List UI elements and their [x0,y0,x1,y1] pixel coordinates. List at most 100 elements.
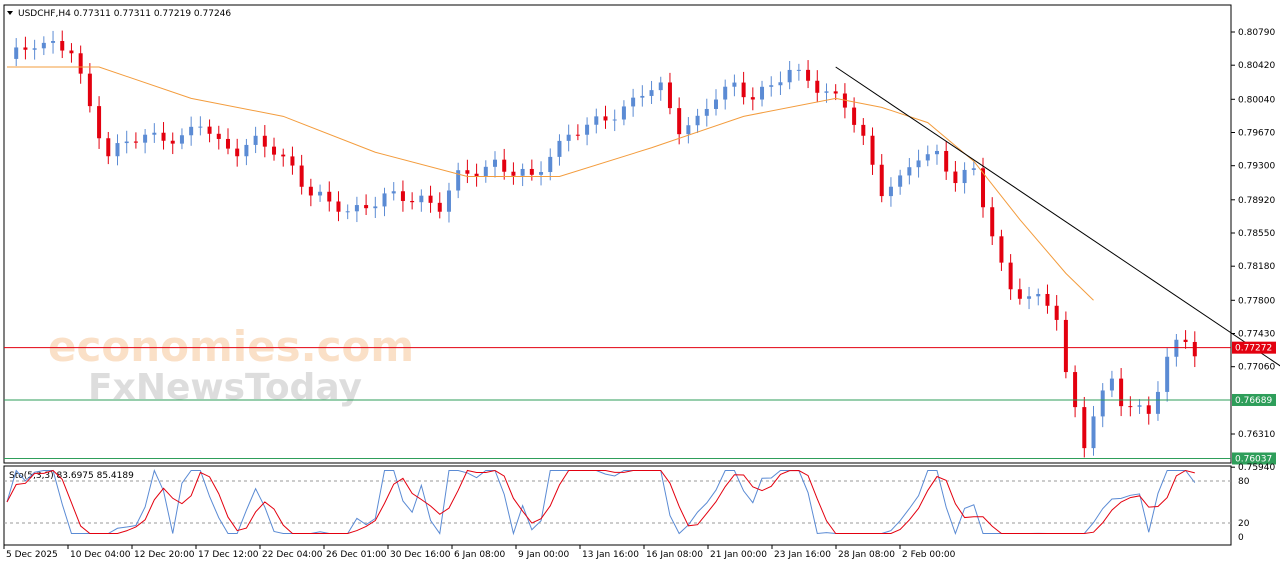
candle-body [566,134,571,141]
candle-body [78,53,83,74]
candle-body [898,175,903,187]
candle-body [695,115,700,126]
candle-body [1054,305,1059,320]
candle-body [962,169,967,184]
candle-body [299,165,304,187]
candle-body [198,126,203,128]
candle-body [511,171,516,176]
candle-body [483,166,488,177]
candle-body [143,134,148,143]
stoch-tick-label: 80 [1238,477,1250,487]
candle-body [115,143,120,157]
x-tick-label: 2 Feb 00:00 [902,550,956,560]
candle-body [189,126,194,136]
candle-body [529,168,534,175]
candle-body [539,172,544,175]
x-tick-label: 21 Jan 00:00 [710,550,767,560]
candle-body [23,47,28,50]
x-tick-label: 6 Jan 08:00 [454,550,506,560]
candle-body [179,135,184,144]
candle-body [354,205,359,212]
y-tick-label: 0.77430 [1238,329,1275,339]
y-tick-label: 0.77060 [1238,363,1275,373]
candle-body [87,73,92,107]
candle-body [649,90,654,96]
candle-body [225,138,230,149]
candle [1063,311,1068,379]
y-tick-label: 0.80040 [1238,95,1275,105]
watermark-brand-2: FxNewsToday [88,367,362,408]
candle-body [97,106,102,139]
x-tick-label: 23 Jan 16:00 [774,550,831,560]
candle-body [1045,293,1050,306]
candle-body [161,132,166,141]
y-tick-label: 0.76310 [1238,430,1275,440]
symbol-info: USDCHF,H4 0.77311 0.77311 0.77219 0.7724… [18,9,231,19]
candle-body [778,82,783,86]
candle-body [253,135,258,145]
candle-body [925,154,930,161]
candle-body [1174,339,1179,357]
candle-body [934,150,939,155]
candle-body [318,191,323,196]
candle-body [824,91,829,93]
candle-body [465,170,470,174]
candle-body [272,146,277,155]
candle-body [1137,405,1142,407]
x-tick-label: 30 Dec 16:00 [390,550,451,560]
candle-body [704,108,709,116]
price-label: 0.77272 [1235,344,1272,354]
candle-body [216,133,221,139]
candle-body [51,41,56,43]
y-tick-label: 0.78180 [1238,262,1275,272]
candle-body [1027,296,1032,299]
candle-body [1165,356,1170,392]
candle-body [281,154,286,157]
candle-body [971,168,976,170]
candle-body [916,160,921,168]
candle-body [124,141,129,144]
candle-body [1008,262,1013,290]
candle-body [861,124,866,136]
candle-body [1183,339,1188,342]
candle-body [437,202,442,212]
candle-body [806,69,811,81]
candle-body [152,132,157,135]
candle-body [815,80,820,93]
candle-body [1128,406,1133,408]
watermark-brand-1: economies.com [48,322,414,371]
x-tick-label: 12 Dec 20:00 [134,550,195,560]
candle-body [14,47,19,59]
candle-body [41,42,46,49]
x-tick-label: 16 Jan 08:00 [646,550,703,560]
candle-body [548,156,553,173]
candle-body [796,69,801,71]
candle-body [888,186,893,197]
x-tick-label: 26 Dec 01:00 [326,550,387,560]
candle-body [621,106,626,120]
candle-body [686,125,691,135]
stoch-title: Sto(5,3,3) 83.6975 85.4189 [9,471,134,481]
price-chart[interactable]: economies.comFxNewsToday 0.77272 0.76689 0.… [0,0,1280,567]
x-tick-label: 22 Dec 04:00 [262,550,323,560]
candle-body [391,191,396,194]
stoch-tick-label: 0 [1238,533,1244,543]
candle-body [750,97,755,100]
candle-body [658,82,663,91]
candle-body [410,200,415,203]
y-tick-label: 0.75940 [1238,463,1275,473]
candle-body [787,69,792,83]
candle-body [308,186,313,196]
candle-body [713,99,718,109]
candle-body [833,91,838,94]
candle-body [612,119,617,121]
candle-body [493,159,498,167]
candle-body [769,85,774,87]
candle-body [1192,341,1197,357]
y-tick-label: 0.80420 [1238,61,1275,71]
candle-body [400,191,405,201]
candle-body [732,82,737,87]
candle-body [1082,407,1087,449]
candle-body [290,156,295,166]
candle-body [502,159,507,172]
